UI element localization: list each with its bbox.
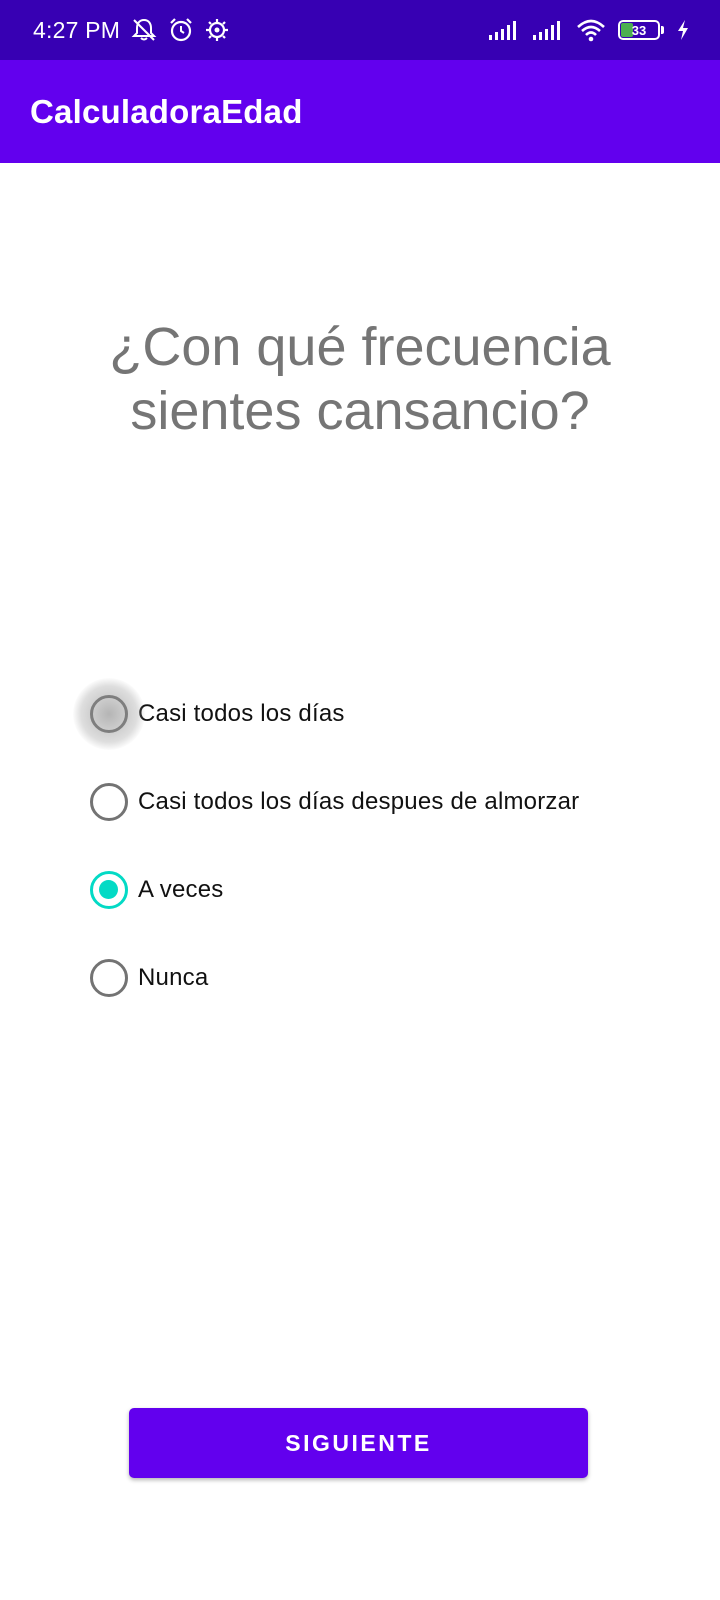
signal-icon	[488, 19, 520, 41]
option-label: Nunca	[138, 964, 209, 991]
press-ripple	[73, 678, 145, 750]
radio-group: Casi todos los días Casi todos los días …	[73, 670, 690, 1022]
radio-button[interactable]	[90, 959, 128, 997]
status-bar-right: 33	[488, 18, 690, 42]
question-text: ¿Con qué frecuencia sientes cansancio?	[109, 317, 611, 441]
settings-icon	[204, 17, 230, 43]
status-bar-left: 4:27 PM	[33, 17, 230, 44]
notifications-off-icon	[130, 17, 158, 43]
radio-button-checked[interactable]	[90, 871, 128, 909]
option-label: A veces	[138, 876, 224, 903]
radio-option-a-veces[interactable]: A veces	[90, 846, 690, 934]
radio-button[interactable]	[73, 678, 145, 750]
radio-button[interactable]	[90, 783, 128, 821]
status-bar: 4:27 PM 33	[0, 0, 720, 60]
option-label: Casi todos los días despues de almorzar	[138, 788, 580, 815]
wifi-icon	[576, 18, 606, 42]
app-bar: CalculadoraEdad	[0, 60, 720, 163]
option-label: Casi todos los días	[138, 700, 345, 727]
radio-option-despues-de-almorzar[interactable]: Casi todos los días despues de almorzar	[90, 758, 690, 846]
signal-icon	[532, 19, 564, 41]
status-time: 4:27 PM	[33, 16, 121, 43]
radio-option-nunca[interactable]: Nunca	[90, 934, 690, 1022]
radio-option-casi-todos-los-dias[interactable]: Casi todos los días	[73, 670, 690, 758]
app-title: CalculadoraEdad	[30, 92, 303, 130]
next-button[interactable]: SIGUIENTE	[129, 1408, 588, 1478]
alarm-icon	[168, 17, 194, 43]
battery-icon: 33	[618, 20, 664, 40]
charging-icon	[676, 19, 690, 41]
battery-level: 33	[631, 22, 647, 38]
